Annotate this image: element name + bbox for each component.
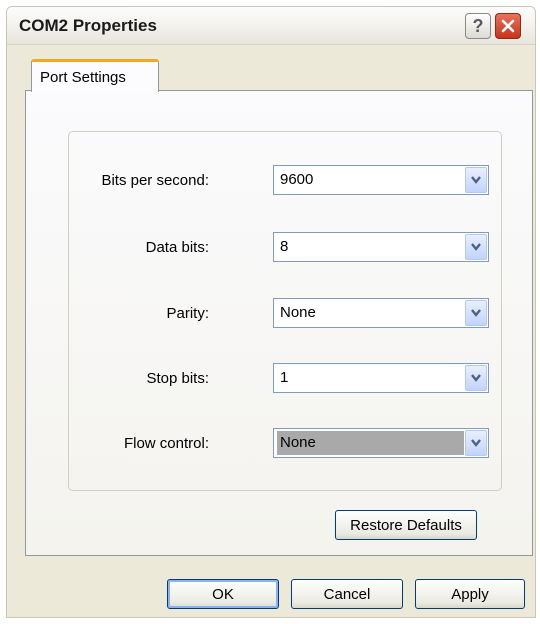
parity-select[interactable]: None [273, 298, 489, 328]
chevron-down-icon [471, 374, 481, 382]
data-bits-label: Data bits: [145, 239, 209, 256]
chevron-down-icon [471, 439, 481, 447]
flow-control-value: None [277, 431, 464, 455]
stop-bits-label: Stop bits: [146, 370, 209, 387]
dropdown-button[interactable] [465, 365, 487, 391]
data-bits-value: 8 [280, 238, 289, 255]
help-button[interactable]: ? [465, 13, 491, 39]
close-button[interactable] [495, 13, 521, 39]
chevron-down-icon [471, 243, 481, 251]
dropdown-button[interactable] [465, 167, 487, 193]
parity-label: Parity: [166, 305, 209, 322]
flow-control-select[interactable]: None [273, 428, 489, 458]
bits-per-second-value: 9600 [280, 171, 314, 188]
tab-panel-port-settings: Bits per second: 9600 Data bits: 8 Parit… [25, 90, 533, 556]
dialog-window: COM2 Properties ? Port Settings Bits per… [6, 6, 536, 618]
apply-button[interactable]: Apply [415, 579, 525, 609]
chevron-down-icon [471, 309, 481, 317]
bits-per-second-label: Bits per second: [101, 172, 209, 189]
stop-bits-select[interactable]: 1 [273, 363, 489, 393]
close-icon [501, 19, 515, 33]
dropdown-button[interactable] [465, 300, 487, 326]
bits-per-second-select[interactable]: 9600 [273, 165, 489, 195]
cancel-button[interactable]: Cancel [291, 579, 403, 609]
restore-defaults-button[interactable]: Restore Defaults [335, 510, 477, 540]
dropdown-button[interactable] [465, 430, 487, 456]
window-title: COM2 Properties [19, 16, 157, 35]
tab-port-settings[interactable]: Port Settings [31, 59, 159, 92]
stop-bits-value: 1 [280, 369, 289, 386]
dropdown-button[interactable] [465, 234, 487, 260]
flow-control-label: Flow control: [123, 435, 209, 452]
parity-value: None [280, 304, 316, 321]
help-icon: ? [472, 15, 484, 36]
settings-group: Bits per second: 9600 Data bits: 8 Parit… [68, 131, 502, 491]
chevron-down-icon [471, 176, 481, 184]
title-bar[interactable]: COM2 Properties ? [7, 7, 535, 45]
ok-button[interactable]: OK [167, 579, 279, 609]
data-bits-select[interactable]: 8 [273, 232, 489, 262]
